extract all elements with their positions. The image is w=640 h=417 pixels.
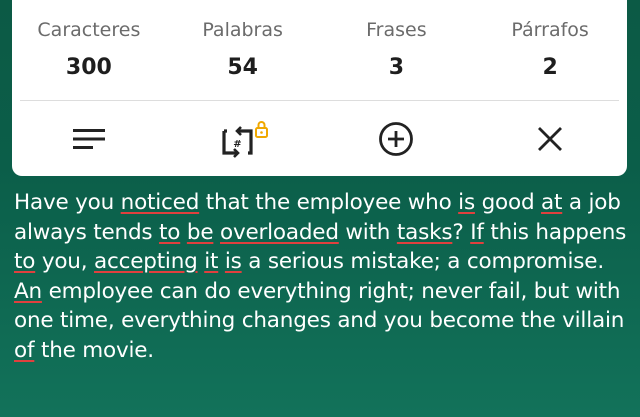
text-run: employee can do everything right; never … (14, 278, 625, 334)
flagged-word[interactable]: is (458, 190, 475, 215)
stat-words: Palabras 54 (166, 0, 320, 100)
stats-row: Caracteres 300 Palabras 54 Frases 3 Párr… (12, 0, 627, 100)
add-button[interactable] (320, 101, 474, 176)
text-run: you, (35, 249, 94, 275)
flagged-word[interactable]: at (541, 190, 562, 215)
text-run: with (338, 219, 397, 245)
text-run: ? (452, 219, 471, 245)
stat-label: Frases (366, 19, 427, 41)
text-run: Have you (14, 190, 121, 215)
stat-value: 3 (388, 55, 405, 80)
text-run: the movie. (34, 337, 154, 363)
text-run (213, 220, 220, 245)
sync-button[interactable]: # (166, 101, 320, 176)
menu-icon (72, 128, 105, 149)
add-circle-icon (379, 121, 414, 156)
flagged-word[interactable]: of (14, 338, 35, 363)
flagged-word[interactable]: to (159, 220, 180, 245)
flagged-word[interactable]: An (14, 279, 42, 304)
flagged-word[interactable]: If (470, 220, 484, 245)
close-icon (538, 126, 563, 151)
text-run: that the employee who (199, 190, 459, 215)
stat-paragraphs: Párrafos 2 (473, 0, 627, 100)
stat-sentences: Frases 3 (320, 0, 474, 100)
close-button[interactable] (473, 101, 627, 176)
flagged-word[interactable]: be (187, 220, 214, 245)
flagged-word[interactable]: accepting (94, 249, 198, 274)
flagged-word[interactable]: overloaded (220, 220, 339, 245)
flagged-word[interactable]: is (225, 249, 242, 274)
stat-value: 54 (227, 55, 258, 80)
sync-locked-icon: # (222, 120, 268, 158)
stat-label: Palabras (202, 19, 283, 41)
stat-characters: Caracteres 300 (12, 0, 166, 100)
flagged-word[interactable]: noticed (121, 190, 200, 215)
svg-text:#: # (233, 139, 241, 150)
stat-value: 2 (542, 55, 558, 80)
text-content[interactable]: Have you noticed that the employee who i… (14, 188, 630, 366)
stats-card: Caracteres 300 Palabras 54 Frases 3 Párr… (12, 0, 627, 176)
text-run (218, 249, 225, 274)
text-run (180, 220, 187, 245)
text-run: good (474, 190, 542, 215)
toolbar: # (12, 101, 627, 176)
flagged-word[interactable]: tasks (397, 220, 453, 245)
stat-label: Párrafos (511, 19, 589, 41)
text-run: this happens (483, 219, 627, 245)
text-run: a serious mistake; a compromise. (241, 249, 604, 275)
flagged-word[interactable]: to (14, 249, 35, 274)
stat-value: 300 (65, 55, 112, 80)
flagged-word[interactable]: it (204, 249, 218, 274)
menu-button[interactable] (12, 101, 166, 176)
stat-label: Caracteres (37, 19, 141, 41)
